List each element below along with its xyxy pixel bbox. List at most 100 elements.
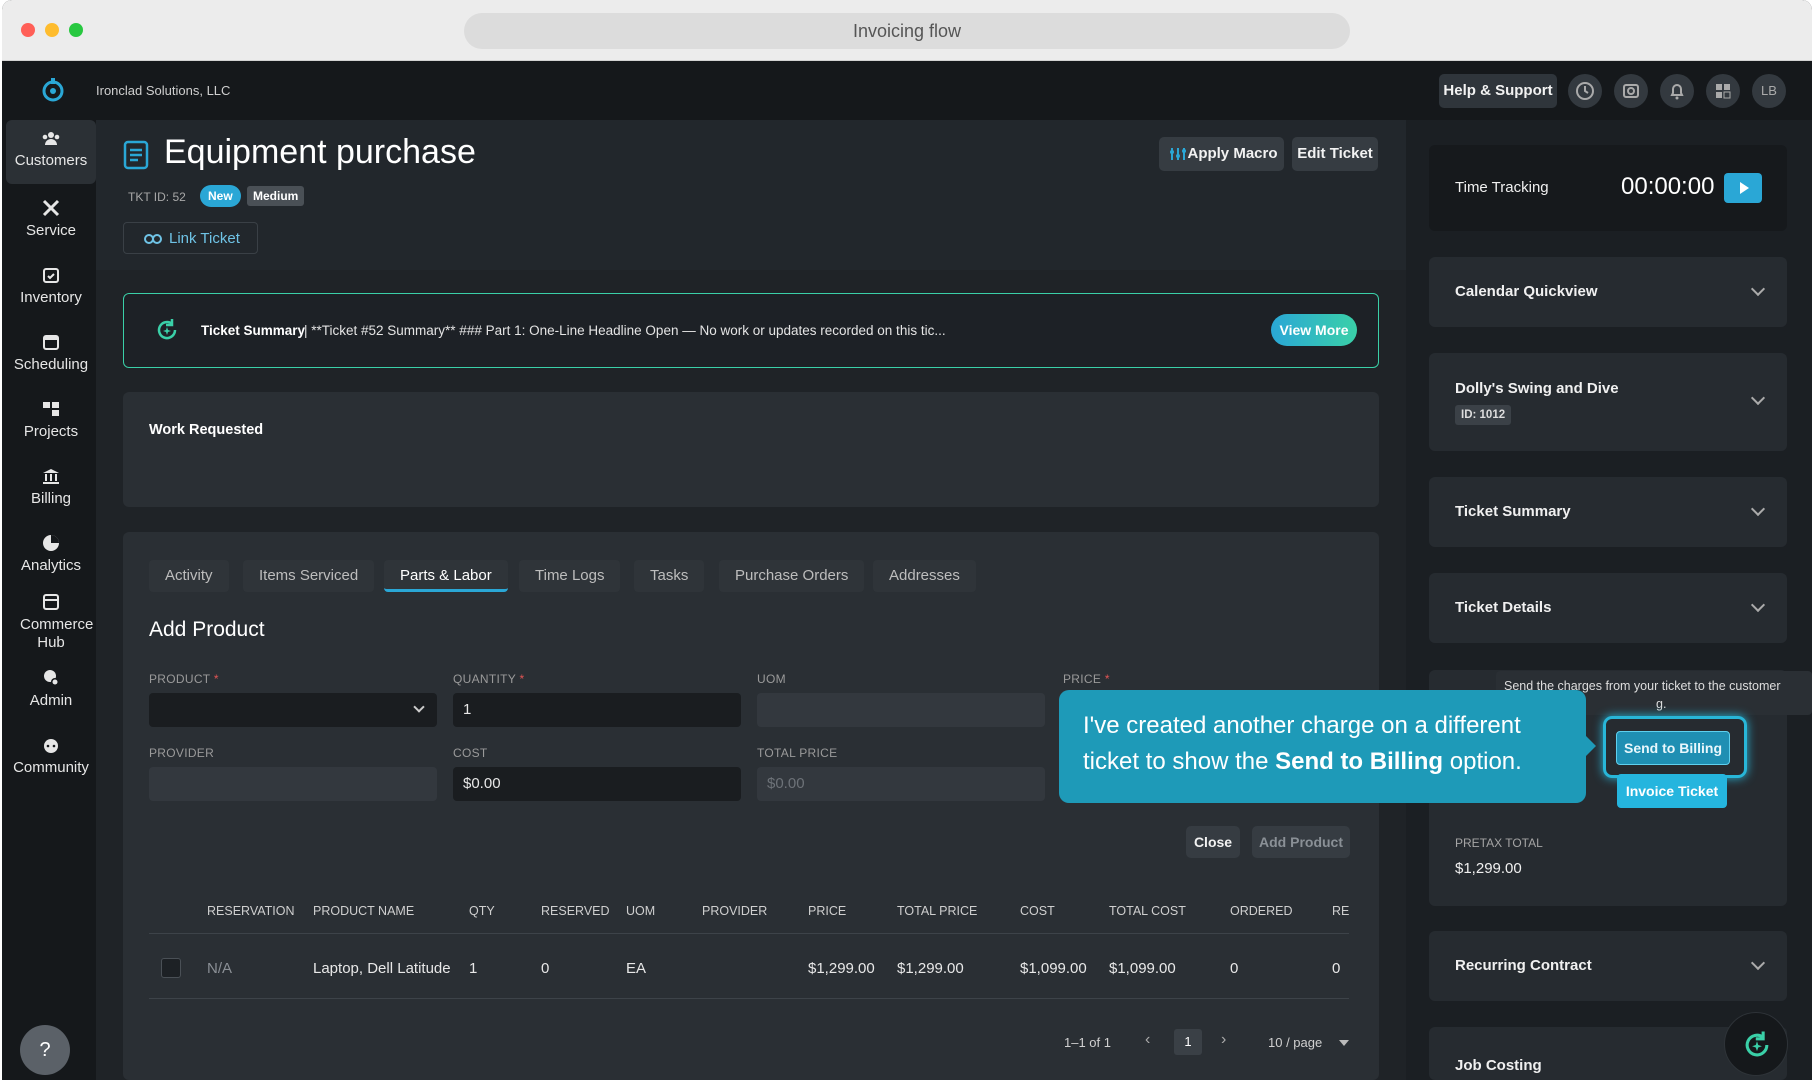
apply-macro-label: Apply Macro [1187,145,1278,162]
work-requested-card: Work Requested [123,392,1379,507]
chevron-down-icon[interactable] [1750,501,1766,517]
total-price-field: $0.00 [757,767,1045,801]
product-select[interactable] [149,693,437,727]
callout-text-end: option. [1443,748,1522,775]
col-total-cost: TOTAL COST [1109,904,1186,918]
send-to-billing-button[interactable]: Send to Billing [1616,731,1730,765]
sidebar-item-label: Inventory [20,289,82,306]
view-more-button[interactable]: View More [1271,314,1357,346]
product-label: PRODUCT * [149,672,219,686]
row-checkbox[interactable] [161,958,181,978]
col-reservation: RESERVATION [207,904,295,918]
sidebar-item-label: Commerce Hub [20,616,94,651]
recurring-contract-card[interactable]: Recurring Contract [1429,931,1787,1001]
ticket-details-label: Ticket Details [1455,599,1552,616]
add-product-button[interactable]: Add Product [1252,826,1350,858]
calendar-icon [43,335,59,350]
apply-macro-button[interactable]: Apply Macro [1159,137,1284,171]
bell-icon[interactable] [1660,74,1694,108]
page-size-select[interactable]: 10 / page [1268,1035,1322,1050]
priority-badge[interactable]: Medium [247,186,305,206]
ticket-id: TKT ID: 52 [128,190,186,204]
sidebar-item-label: Scheduling [13,356,89,373]
close-button[interactable]: Close [1186,826,1240,858]
cost-field[interactable]: $0.00 [453,767,741,801]
app-topbar: Ironclad Solutions, LLC Help & Support [2,61,1812,120]
sidebar-item-projects[interactable]: Projects [6,399,96,449]
camera-icon[interactable] [1614,74,1648,108]
sidebar-item-commerce-hub[interactable]: Commerce Hub [6,592,96,656]
sidebar-item-scheduling[interactable]: Scheduling [6,332,96,382]
ticket-icon [123,140,149,170]
ticket-details-card[interactable]: Ticket Details [1429,573,1787,643]
total-price-label: TOTAL PRICE [757,746,838,760]
sidebar-item-inventory[interactable]: Inventory [6,265,96,315]
help-support-button[interactable]: Help & Support [1439,74,1557,108]
sidebar-item-admin[interactable]: Admin [6,668,96,718]
maximize-window-button[interactable] [69,23,83,37]
apps-icon[interactable] [1706,74,1740,108]
sidebar-item-label: Billing [30,490,72,507]
cell-qty: 1 [469,960,478,977]
ticket-summary-card[interactable]: Ticket Summary [1429,477,1787,547]
sidebar-item-analytics[interactable]: Analytics [6,533,96,583]
uom-label: UOM [757,672,786,686]
link-ticket-button[interactable]: Link Ticket [123,222,258,254]
customer-card[interactable]: Dolly's Swing and Dive ID: 1012 [1429,353,1787,451]
tab-purchase-orders[interactable]: Purchase Orders [719,560,865,592]
col-ordered: ORDERED [1230,904,1293,918]
next-page-icon[interactable]: › [1221,1031,1226,1049]
macro-icon [1170,148,1186,160]
ticket-summary-label: Ticket Summary [1455,503,1571,520]
col-price: PRICE [808,904,847,918]
sidebar-item-billing[interactable]: Billing [6,466,96,516]
chevron-down-icon[interactable] [1750,281,1766,297]
sidebar-item-label: Customers [14,152,88,169]
projects-icon [43,402,59,416]
avatar[interactable]: LB [1752,74,1786,108]
logo-icon[interactable] [40,77,66,103]
tab-parts-labor[interactable]: Parts & Labor [384,560,508,592]
address-bar[interactable]: Invoicing flow [464,13,1350,49]
minimize-window-button[interactable] [45,23,59,37]
col-re: RE [1332,904,1350,918]
app-window: Invoicing flow Ironclad Solutions, LLC H… [2,0,1812,1080]
callout-arrow [1586,736,1596,756]
service-icon [42,199,60,217]
history-icon[interactable] [1568,74,1602,108]
chevron-down-icon[interactable] [1750,597,1766,613]
ai-assistant-button[interactable] [1724,1012,1788,1076]
prev-page-icon[interactable]: ‹ [1145,1031,1150,1049]
tab-activity[interactable]: Activity [149,560,229,592]
page-number[interactable]: 1 [1174,1029,1202,1055]
uom-field[interactable] [757,693,1045,727]
sidebar-item-customers[interactable]: Customers [6,120,96,184]
cell-uom: EA [626,960,647,977]
table-divider [149,933,1349,934]
provider-field[interactable] [149,767,437,801]
chevron-down-icon[interactable] [1750,390,1766,406]
tab-addresses[interactable]: Addresses [873,560,976,592]
sidebar-item-community[interactable]: Community [6,735,96,785]
invoice-ticket-button[interactable]: Invoice Ticket [1617,774,1727,808]
col-reserved: RESERVED [541,904,610,918]
play-button[interactable] [1724,173,1762,203]
close-window-button[interactable] [21,23,35,37]
recurring-contract-label: Recurring Contract [1455,957,1592,974]
chevron-down-icon[interactable] [1750,955,1766,971]
ai-sparkle-icon [1745,1031,1769,1057]
edit-ticket-button[interactable]: Edit Ticket [1292,137,1378,171]
calendar-quickview-card[interactable]: Calendar Quickview [1429,257,1787,327]
cell-product-name[interactable]: Laptop, Dell Latitude [313,960,451,977]
quantity-field[interactable]: 1 [453,693,741,727]
tab-items-serviced[interactable]: Items Serviced [243,560,375,592]
page-title: Equipment purchase [164,133,476,171]
table-divider [149,998,1349,999]
customers-icon [42,132,60,145]
tab-time-logs[interactable]: Time Logs [519,560,621,592]
help-button[interactable]: ? [20,1025,70,1075]
sidebar-item-label: Community [13,759,89,776]
sidebar-item-service[interactable]: Service [6,198,96,248]
tab-tasks[interactable]: Tasks [634,560,705,592]
status-badge[interactable]: New [200,185,241,207]
